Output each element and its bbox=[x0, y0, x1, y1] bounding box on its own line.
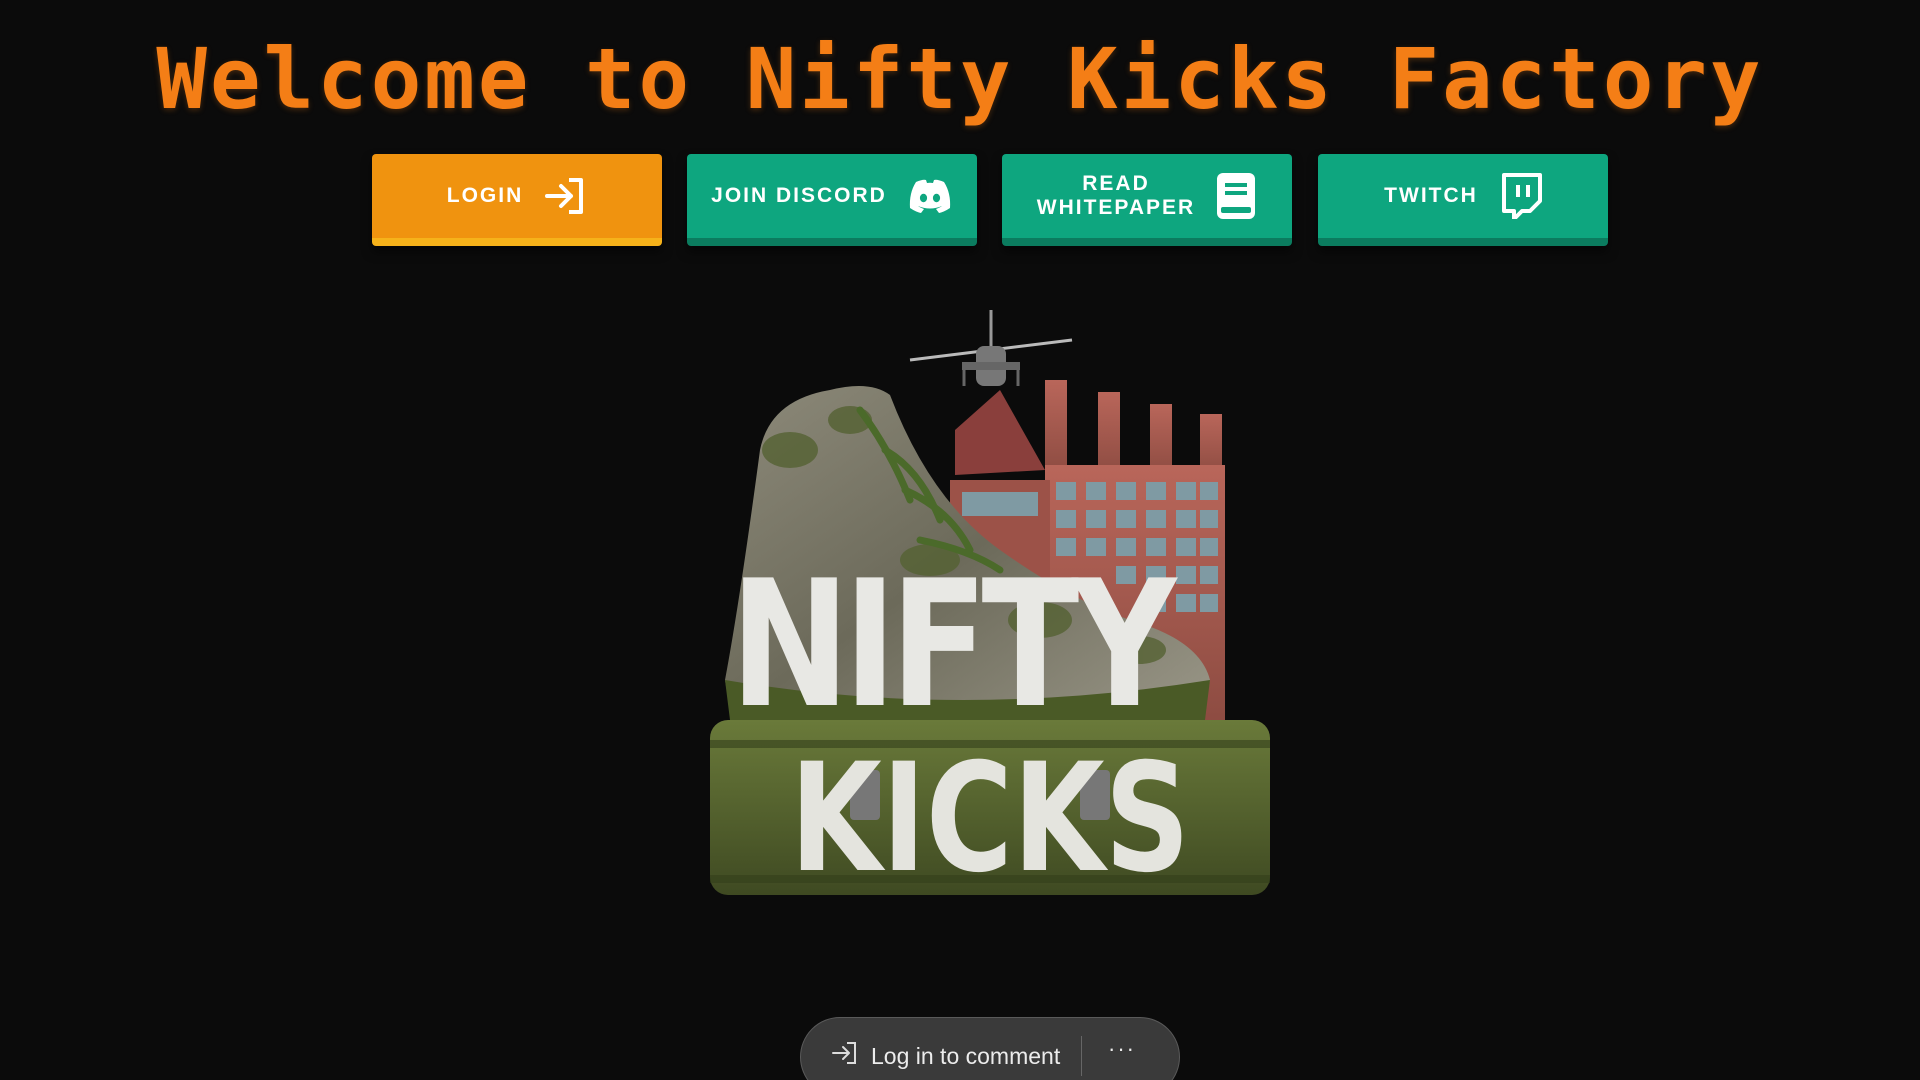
twitch-button-label: TWITCH bbox=[1384, 184, 1478, 207]
login-arrow-icon bbox=[543, 176, 587, 216]
nifty-kicks-logo: NIFTY KICKS bbox=[700, 300, 1300, 910]
logo-word-kicks: KICKS bbox=[790, 732, 1190, 906]
login-small-icon bbox=[831, 1040, 859, 1072]
twitch-button[interactable]: TWITCH bbox=[1318, 154, 1608, 246]
page: Welcome to Nifty Kicks Factory LOGIN JOI… bbox=[0, 0, 1920, 1080]
comment-bar: Log in to comment ··· bbox=[800, 1017, 1180, 1080]
page-title: Welcome to Nifty Kicks Factory bbox=[156, 30, 1764, 128]
login-to-comment-label: Log in to comment bbox=[871, 1042, 1061, 1069]
twitch-icon bbox=[1498, 173, 1542, 219]
book-icon bbox=[1215, 171, 1257, 221]
action-buttons: LOGIN JOIN DISCORD READ WHITEPAPER TWITC… bbox=[372, 154, 1608, 254]
discord-icon bbox=[907, 178, 953, 214]
discord-button-label: JOIN DISCORD bbox=[711, 184, 887, 207]
more-options-button[interactable]: ··· bbox=[1108, 1036, 1136, 1062]
read-whitepaper-button[interactable]: READ WHITEPAPER bbox=[1002, 154, 1292, 246]
divider bbox=[1081, 1036, 1082, 1076]
logo-word-nifty: NIFTY bbox=[730, 544, 1178, 747]
helicopter-illustration bbox=[909, 310, 1073, 386]
whitepaper-label-line1: READ bbox=[1082, 172, 1150, 195]
whitepaper-label-line2: WHITEPAPER bbox=[1036, 196, 1196, 219]
whitepaper-button-label: READ WHITEPAPER bbox=[1037, 172, 1195, 220]
login-button-label: LOGIN bbox=[446, 184, 524, 207]
login-button[interactable]: LOGIN bbox=[372, 154, 662, 246]
join-discord-button[interactable]: JOIN DISCORD bbox=[687, 154, 977, 246]
crate-illustration: KICKS bbox=[710, 720, 1270, 906]
login-to-comment-button[interactable]: Log in to comment bbox=[831, 1040, 1081, 1072]
